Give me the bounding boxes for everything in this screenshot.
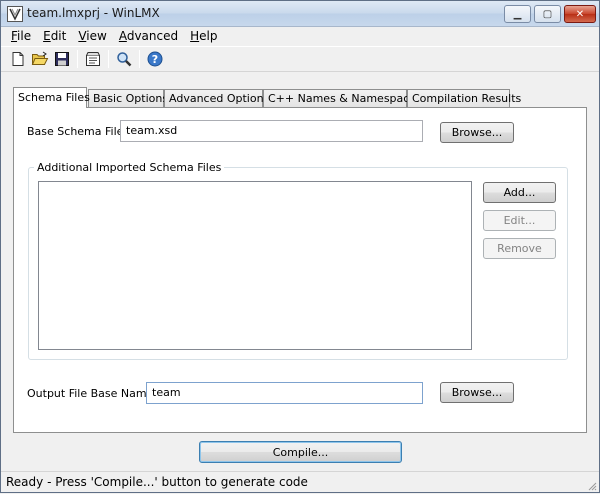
tab-advanced-options[interactable]: Advanced Options <box>164 89 269 108</box>
toolbar-separator <box>77 50 78 68</box>
tab-schema-files[interactable]: Schema Files <box>13 87 90 108</box>
toolbar: ? <box>1 46 599 72</box>
tab-compilation-results[interactable]: Compilation Results <box>407 89 521 108</box>
menu-edit[interactable]: Edit <box>37 29 72 43</box>
maximize-button[interactable]: ▢ <box>534 5 561 23</box>
menu-advanced[interactable]: Advanced <box>113 29 184 43</box>
browse-base-button[interactable]: Browse... <box>440 122 514 143</box>
app-window: team.lmxprj - WinLMX ▁ ▢ ✕ File Edit Vie… <box>0 0 600 493</box>
help-icon[interactable]: ? <box>144 48 166 70</box>
menu-help[interactable]: Help <box>184 29 223 43</box>
save-icon[interactable] <box>51 48 73 70</box>
tab-cpp-names-namespaces[interactable]: C++ Names & Namespaces <box>263 89 422 108</box>
add-button[interactable]: Add... <box>483 182 556 203</box>
svg-text:?: ? <box>152 53 158 66</box>
edit-button[interactable]: Edit... <box>483 210 556 231</box>
minimize-icon: ▁ <box>513 8 522 20</box>
compile-button[interactable]: Compile... <box>199 441 402 463</box>
base-schema-field[interactable]: team.xsd <box>120 120 423 142</box>
output-base-name-label: Output File Base Name: <box>27 387 158 400</box>
close-icon: ✕ <box>575 8 585 20</box>
app-logo-icon <box>7 6 23 22</box>
window-title: team.lmxprj - WinLMX <box>27 6 160 20</box>
compile-icon[interactable] <box>82 48 104 70</box>
menu-file[interactable]: File <box>5 29 37 43</box>
title-bar[interactable]: team.lmxprj - WinLMX ▁ ▢ ✕ <box>1 1 599 27</box>
close-button[interactable]: ✕ <box>564 5 596 23</box>
imported-schemas-list[interactable] <box>38 181 472 350</box>
menu-view[interactable]: View <box>72 29 112 43</box>
imported-schemas-title: Additional Imported Schema Files <box>34 161 225 174</box>
remove-button[interactable]: Remove <box>483 238 556 259</box>
open-folder-icon[interactable] <box>29 48 51 70</box>
resize-grip-icon[interactable] <box>587 480 597 491</box>
find-icon[interactable] <box>113 48 135 70</box>
new-file-icon[interactable] <box>7 48 29 70</box>
toolbar-separator <box>108 50 109 68</box>
maximize-icon: ▢ <box>542 8 553 20</box>
status-text: Ready - Press 'Compile...' button to gen… <box>6 475 308 489</box>
base-schema-label: Base Schema File: <box>27 125 128 138</box>
menu-bar: File Edit View Advanced Help <box>1 27 599 45</box>
tab-basic-options[interactable]: Basic Options <box>88 89 168 108</box>
toolbar-separator <box>139 50 140 68</box>
browse-output-button[interactable]: Browse... <box>440 382 514 403</box>
output-base-name-field[interactable]: team <box>146 382 423 404</box>
minimize-button[interactable]: ▁ <box>504 5 531 23</box>
status-bar: Ready - Press 'Compile...' button to gen… <box>1 471 599 492</box>
